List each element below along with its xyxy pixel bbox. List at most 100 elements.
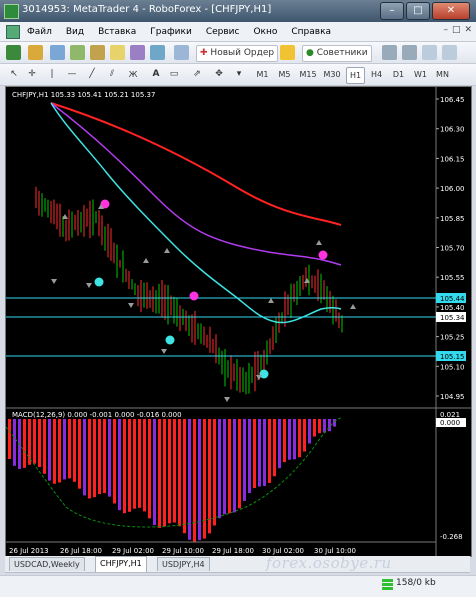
tf-m15[interactable]: M15 bbox=[298, 67, 318, 82]
menu-tools[interactable]: Сервис bbox=[199, 27, 247, 37]
tf-m1[interactable]: M1 bbox=[254, 67, 271, 82]
macd-bar bbox=[183, 419, 186, 534]
profiles-icon[interactable] bbox=[28, 45, 43, 60]
price-axis-label: 105.10 bbox=[440, 363, 465, 371]
experts-button[interactable]: ● Советники bbox=[302, 45, 372, 62]
data-window-icon[interactable] bbox=[70, 45, 85, 60]
time-axis-label: 26 Jul 2013 bbox=[9, 547, 49, 555]
arrows-icon[interactable]: ⇗ bbox=[190, 67, 204, 82]
macd-bar bbox=[58, 419, 61, 483]
macd-bar bbox=[278, 419, 281, 469]
vertical-line-icon[interactable]: | bbox=[46, 67, 58, 82]
macd-bar bbox=[13, 419, 16, 466]
traffic-status: 158/0 kb bbox=[396, 578, 436, 588]
channel-icon[interactable]: ⫽ bbox=[106, 67, 118, 82]
macd-bar bbox=[288, 419, 291, 460]
menu-file[interactable]: Файл bbox=[20, 27, 59, 37]
macd-bar bbox=[178, 419, 181, 527]
crosshair-icon[interactable]: ✛ bbox=[26, 67, 38, 82]
menu-view[interactable]: Вид bbox=[59, 27, 91, 37]
history-icon[interactable] bbox=[150, 45, 165, 60]
tester-icon[interactable] bbox=[130, 45, 145, 60]
macd-bar bbox=[213, 419, 216, 526]
price-axis-label: 105.85 bbox=[440, 215, 465, 223]
tile-windows-icon[interactable] bbox=[422, 45, 437, 60]
horizontal-line-icon[interactable]: — bbox=[66, 67, 78, 82]
tab-usdcad-weekly[interactable]: USDCAD,Weekly bbox=[9, 557, 85, 571]
macd-bar bbox=[128, 419, 131, 512]
price-axis-label: 105.70 bbox=[440, 245, 465, 253]
price-chart[interactable]: CHFJPY,H1 105.33 105.41 105.21 105.37 10… bbox=[5, 87, 471, 556]
chart-window[interactable]: CHFJPY,H1 105.33 105.41 105.21 105.37 10… bbox=[5, 86, 472, 557]
price-axis-label: 105.55 bbox=[440, 274, 465, 282]
metaeditor-icon[interactable] bbox=[280, 45, 295, 60]
trendline-icon[interactable]: ╱ bbox=[86, 67, 98, 82]
signal-dot bbox=[189, 291, 199, 301]
connection-icon bbox=[382, 579, 393, 590]
price-axis-label: 106.45 bbox=[440, 96, 465, 104]
maximize-button[interactable]: □ bbox=[406, 2, 430, 20]
macd-bar bbox=[228, 419, 231, 514]
macd-bar bbox=[43, 419, 46, 474]
shapes-icon[interactable]: ✥ bbox=[212, 67, 226, 82]
macd-bar bbox=[78, 419, 81, 489]
menu-charts[interactable]: Графики bbox=[143, 27, 199, 37]
macd-bar bbox=[148, 419, 151, 519]
macd-bar bbox=[173, 419, 176, 523]
new-order-button[interactable]: ✚ Новый Ордер bbox=[196, 45, 279, 62]
macd-bar bbox=[143, 419, 146, 512]
market-watch-icon[interactable] bbox=[50, 45, 65, 60]
macd-bar bbox=[253, 419, 256, 489]
macd-bar bbox=[138, 419, 141, 508]
new-chart-icon[interactable] bbox=[6, 45, 21, 60]
macd-bar bbox=[88, 419, 91, 499]
autoscroll-icon[interactable] bbox=[442, 45, 457, 60]
price-tag-upper-label: 105.44 bbox=[440, 295, 465, 303]
terminal-icon[interactable] bbox=[110, 45, 125, 60]
macd-bar bbox=[223, 419, 226, 515]
dropdown-arrow-icon[interactable]: ▾ bbox=[234, 67, 244, 82]
macd-bar bbox=[193, 419, 196, 543]
tab-chfjpy-h1[interactable]: CHFJPY,H1 bbox=[95, 556, 147, 572]
price-tag-lower-label: 105.15 bbox=[440, 353, 465, 361]
time-axis-label: 26 Jul 18:00 bbox=[60, 547, 102, 555]
menu-help[interactable]: Справка bbox=[284, 27, 338, 37]
minimize-button[interactable]: – bbox=[380, 2, 404, 20]
play-icon: ● bbox=[306, 48, 314, 58]
text-tool-icon[interactable]: A bbox=[150, 67, 162, 82]
macd-bar bbox=[293, 419, 296, 460]
macd-bar bbox=[188, 419, 191, 540]
tf-m5[interactable]: M5 bbox=[276, 67, 293, 82]
tab-usdjpy-h4[interactable]: USDJPY,H4 bbox=[157, 557, 210, 571]
fibonacci-icon[interactable]: Ж bbox=[126, 67, 140, 82]
text-label-icon[interactable]: ▭ bbox=[168, 67, 180, 82]
macd-bar bbox=[313, 419, 316, 437]
tf-w1[interactable]: W1 bbox=[412, 67, 429, 82]
tf-h4[interactable]: H4 bbox=[368, 67, 385, 82]
toggle-panel-icon[interactable] bbox=[174, 45, 189, 60]
macd-bar bbox=[243, 419, 246, 501]
experts-label: Советники bbox=[316, 48, 368, 58]
macd-bar bbox=[118, 419, 121, 511]
menu-window[interactable]: Окно bbox=[246, 27, 284, 37]
macd-label-top: 0.021 bbox=[440, 411, 460, 419]
macd-bar bbox=[208, 419, 211, 534]
price-axis-label: 106.00 bbox=[440, 185, 465, 193]
macd-bar bbox=[268, 419, 271, 483]
mdi-restore-button[interactable]: □ bbox=[452, 25, 461, 35]
tf-d1[interactable]: D1 bbox=[390, 67, 407, 82]
close-button[interactable]: ✕ bbox=[432, 2, 470, 20]
navigator-icon[interactable] bbox=[90, 45, 105, 60]
zoom-in-icon[interactable] bbox=[382, 45, 397, 60]
tf-mn[interactable]: MN bbox=[434, 67, 451, 82]
macd-bar bbox=[163, 419, 166, 527]
mdi-minimize-button[interactable]: – bbox=[443, 25, 448, 35]
zoom-out-icon[interactable] bbox=[402, 45, 417, 60]
mdi-close-button[interactable]: ✕ bbox=[464, 25, 472, 35]
menu-insert[interactable]: Вставка bbox=[91, 27, 143, 37]
macd-bar bbox=[98, 419, 101, 495]
cursor-icon[interactable]: ↖ bbox=[8, 67, 20, 82]
tf-m30[interactable]: M30 bbox=[322, 67, 342, 82]
macd-bar bbox=[53, 419, 56, 484]
tf-h1[interactable]: H1 bbox=[346, 67, 365, 84]
